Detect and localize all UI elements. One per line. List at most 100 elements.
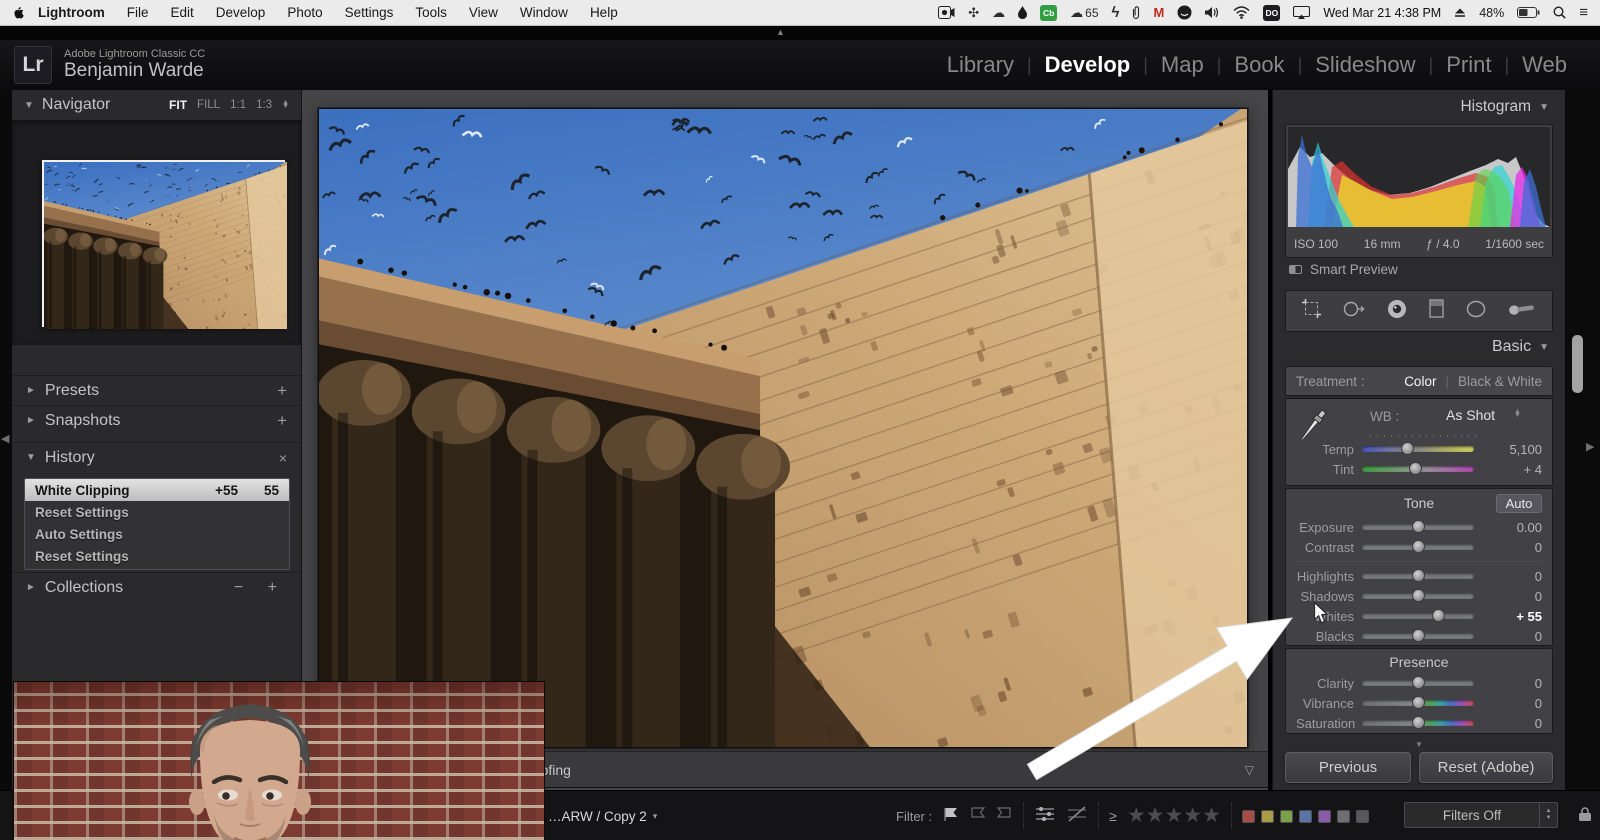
menu-develop[interactable]: Develop [205,5,277,20]
pinwheel-app-icon[interactable]: ✣ [968,6,979,19]
history-section[interactable]: ▼History × [12,442,301,472]
panel-collapse-caret-icon[interactable]: ▼ [1273,740,1565,749]
color-label-chip[interactable] [1356,810,1369,823]
menu-tools[interactable]: Tools [404,5,458,20]
zoom-level-fill[interactable]: FILL [197,99,220,111]
histogram-graph[interactable] [1288,127,1550,227]
menu-settings[interactable]: Settings [334,5,405,20]
module-map[interactable]: Map [1148,52,1217,78]
slider-thumb[interactable] [1412,540,1425,553]
edited-filter-icon[interactable] [1034,805,1056,828]
adjustment-brush-tool-icon[interactable] [1508,301,1536,322]
zoom-level-1-1[interactable]: 1:1 [230,99,246,111]
star-icon[interactable]: ★ [1202,804,1221,827]
reset-button[interactable]: Reset (Adobe) [1419,752,1553,783]
smart-preview-status[interactable]: Smart Preview [1289,262,1398,277]
screen-capture-icon[interactable] [938,6,955,19]
droplet-app-icon[interactable] [1018,6,1027,19]
paperclip-icon[interactable] [1132,6,1140,20]
do-app-icon[interactable]: DO [1263,5,1280,21]
color-label-chip[interactable] [1280,810,1293,823]
navigator-header[interactable]: ▼ Navigator FITFILL1:11:3▲▼ [12,90,301,120]
treatment-bw-option[interactable]: Black & White [1458,374,1542,389]
history-item[interactable]: Reset Settings [25,545,289,567]
menu-clock[interactable]: Wed Mar 21 4:38 PM [1323,6,1441,20]
menu-photo[interactable]: Photo [276,5,333,20]
show-left-panel-arrow-icon[interactable]: ◀ [1,432,9,445]
rating-gte-icon[interactable]: ≥ [1109,808,1117,824]
star-icon[interactable]: ★ [1146,804,1165,827]
slider-track[interactable] [1362,633,1474,639]
module-web[interactable]: Web [1509,52,1580,78]
star-icon[interactable]: ★ [1164,804,1183,827]
star-icon[interactable]: ★ [1127,804,1146,827]
audio-app-icon[interactable] [1177,5,1192,20]
clear-history-icon[interactable]: × [279,450,287,466]
basic-header[interactable]: Basic ▼ [1273,338,1565,356]
slider-track[interactable] [1362,593,1474,599]
collections-section[interactable]: ►Collections − + [12,572,301,602]
flag-reject-icon[interactable] [996,806,1013,827]
photo-canvas[interactable] [318,108,1248,748]
red-eye-tool-icon[interactable] [1387,299,1407,324]
histogram-panel[interactable]: ▲ ▲ ISO 100 16 mm ƒ / 4.0 1/1600 sec [1285,124,1553,258]
slider-track[interactable] [1362,573,1474,579]
menu-help[interactable]: Help [579,5,629,20]
module-print[interactable]: Print [1433,52,1504,78]
color-label-chip[interactable] [1299,810,1312,823]
slider-track[interactable] [1362,613,1474,619]
radial-filter-tool-icon[interactable] [1466,300,1486,323]
sync-cloud-icon[interactable]: ☁ [992,6,1005,19]
menu-view[interactable]: View [458,5,509,20]
zoom-stepper-icon[interactable]: ▲▼ [282,101,289,109]
slider-track[interactable] [1362,446,1474,452]
right-panel-scrollbar[interactable] [1572,335,1583,393]
flag-unflagged-icon[interactable] [969,806,986,827]
notification-center-icon[interactable]: ≡ [1579,5,1588,20]
filters-off-dropdown[interactable]: Filters Off ▲▼ [1404,802,1558,828]
selected-photo-label[interactable]: …ARW / Copy 2▾ [548,791,657,840]
toolbar-options-icon[interactable]: ▽ [1245,763,1254,777]
slider-track[interactable] [1362,544,1474,550]
slider-thumb[interactable] [1412,629,1425,642]
zoom-level-fit[interactable]: FIT [169,98,187,112]
slider-thumb[interactable] [1412,676,1425,689]
history-item[interactable]: White Clipping+5555 [25,479,289,501]
module-develop[interactable]: Develop [1032,52,1144,78]
module-library[interactable]: Library [934,52,1027,78]
apple-menu-icon[interactable] [14,5,27,20]
filters-stepper-icon[interactable]: ▲▼ [1539,803,1557,827]
menu-app-name[interactable]: Lightroom [27,5,116,20]
coconutbattery-icon[interactable]: Cb [1040,5,1057,21]
top-panel-collapse-icon[interactable]: ▲ [776,27,785,37]
slider-thumb[interactable] [1412,589,1425,602]
color-label-chip[interactable] [1337,810,1350,823]
collapse-triangle-icon[interactable]: ▼ [1539,102,1549,113]
menu-window[interactable]: Window [509,5,579,20]
previous-button[interactable]: Previous [1285,752,1411,783]
treatment-color-option[interactable]: Color [1404,374,1436,389]
m-app-icon[interactable]: M [1153,5,1164,20]
history-item[interactable]: Auto Settings [25,523,289,545]
presets-section[interactable]: ►Presets + [12,375,301,405]
slider-thumb[interactable] [1412,696,1425,709]
collapse-triangle-icon[interactable]: ▼ [1539,342,1549,353]
graduated-filter-tool-icon[interactable] [1429,299,1444,323]
wb-preset-select[interactable]: As Shot [1446,407,1495,423]
zoom-level-1-3[interactable]: 1:3 [256,99,272,111]
star-icon[interactable]: ★ [1183,804,1202,827]
navigator-thumbnail[interactable] [42,160,285,327]
airplay-display-icon[interactable] [1293,6,1310,19]
color-label-chip[interactable] [1242,810,1255,823]
slider-thumb[interactable] [1409,462,1422,475]
slider-thumb[interactable] [1412,716,1425,729]
add-preset-icon[interactable]: + [277,381,287,401]
module-slideshow[interactable]: Slideshow [1302,52,1428,78]
flux-icon[interactable]: ϟ [1112,5,1120,20]
slider-track[interactable] [1362,720,1474,726]
spot-removal-tool-icon[interactable] [1343,300,1365,323]
filter-lock-icon[interactable] [1578,806,1592,822]
volume-icon[interactable] [1205,6,1220,19]
slider-track[interactable] [1362,524,1474,530]
spotlight-search-icon[interactable] [1553,6,1566,19]
